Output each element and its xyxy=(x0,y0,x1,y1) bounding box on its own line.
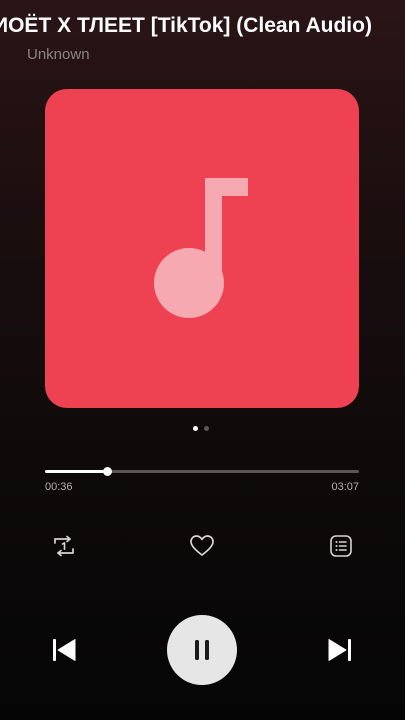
previous-button[interactable] xyxy=(50,636,78,664)
track-title: ИОЁТ Х ТЛЕЕТ [TikTok] (Clean Audio) xyxy=(0,12,405,40)
skip-next-icon xyxy=(328,639,351,661)
total-time: 03:07 xyxy=(331,481,359,493)
page-dot-inactive[interactable] xyxy=(204,426,209,431)
playlist-button[interactable] xyxy=(327,533,355,559)
repeat-one-button[interactable] xyxy=(50,533,78,559)
seek-bar-thumb[interactable] xyxy=(103,467,113,476)
pause-icon xyxy=(195,640,209,660)
skip-previous-icon xyxy=(53,639,76,661)
elapsed-time: 00:36 xyxy=(45,481,73,493)
track-title-text: ИОЁТ Х ТЛЕЕТ [TikTok] (Clean Audio) xyxy=(0,14,372,37)
track-artist[interactable]: Unknown xyxy=(27,46,90,63)
play-pause-button[interactable] xyxy=(167,615,237,685)
playlist-icon xyxy=(330,535,352,557)
heart-icon xyxy=(190,535,214,556)
favorite-button[interactable] xyxy=(188,533,216,559)
page-dot-active[interactable] xyxy=(193,426,198,431)
album-art[interactable] xyxy=(45,89,359,408)
seek-bar-progress xyxy=(45,470,108,473)
next-button[interactable] xyxy=(326,636,354,664)
seek-bar[interactable] xyxy=(45,467,359,476)
repeat-one-icon xyxy=(54,535,74,557)
music-note-icon xyxy=(154,178,248,318)
